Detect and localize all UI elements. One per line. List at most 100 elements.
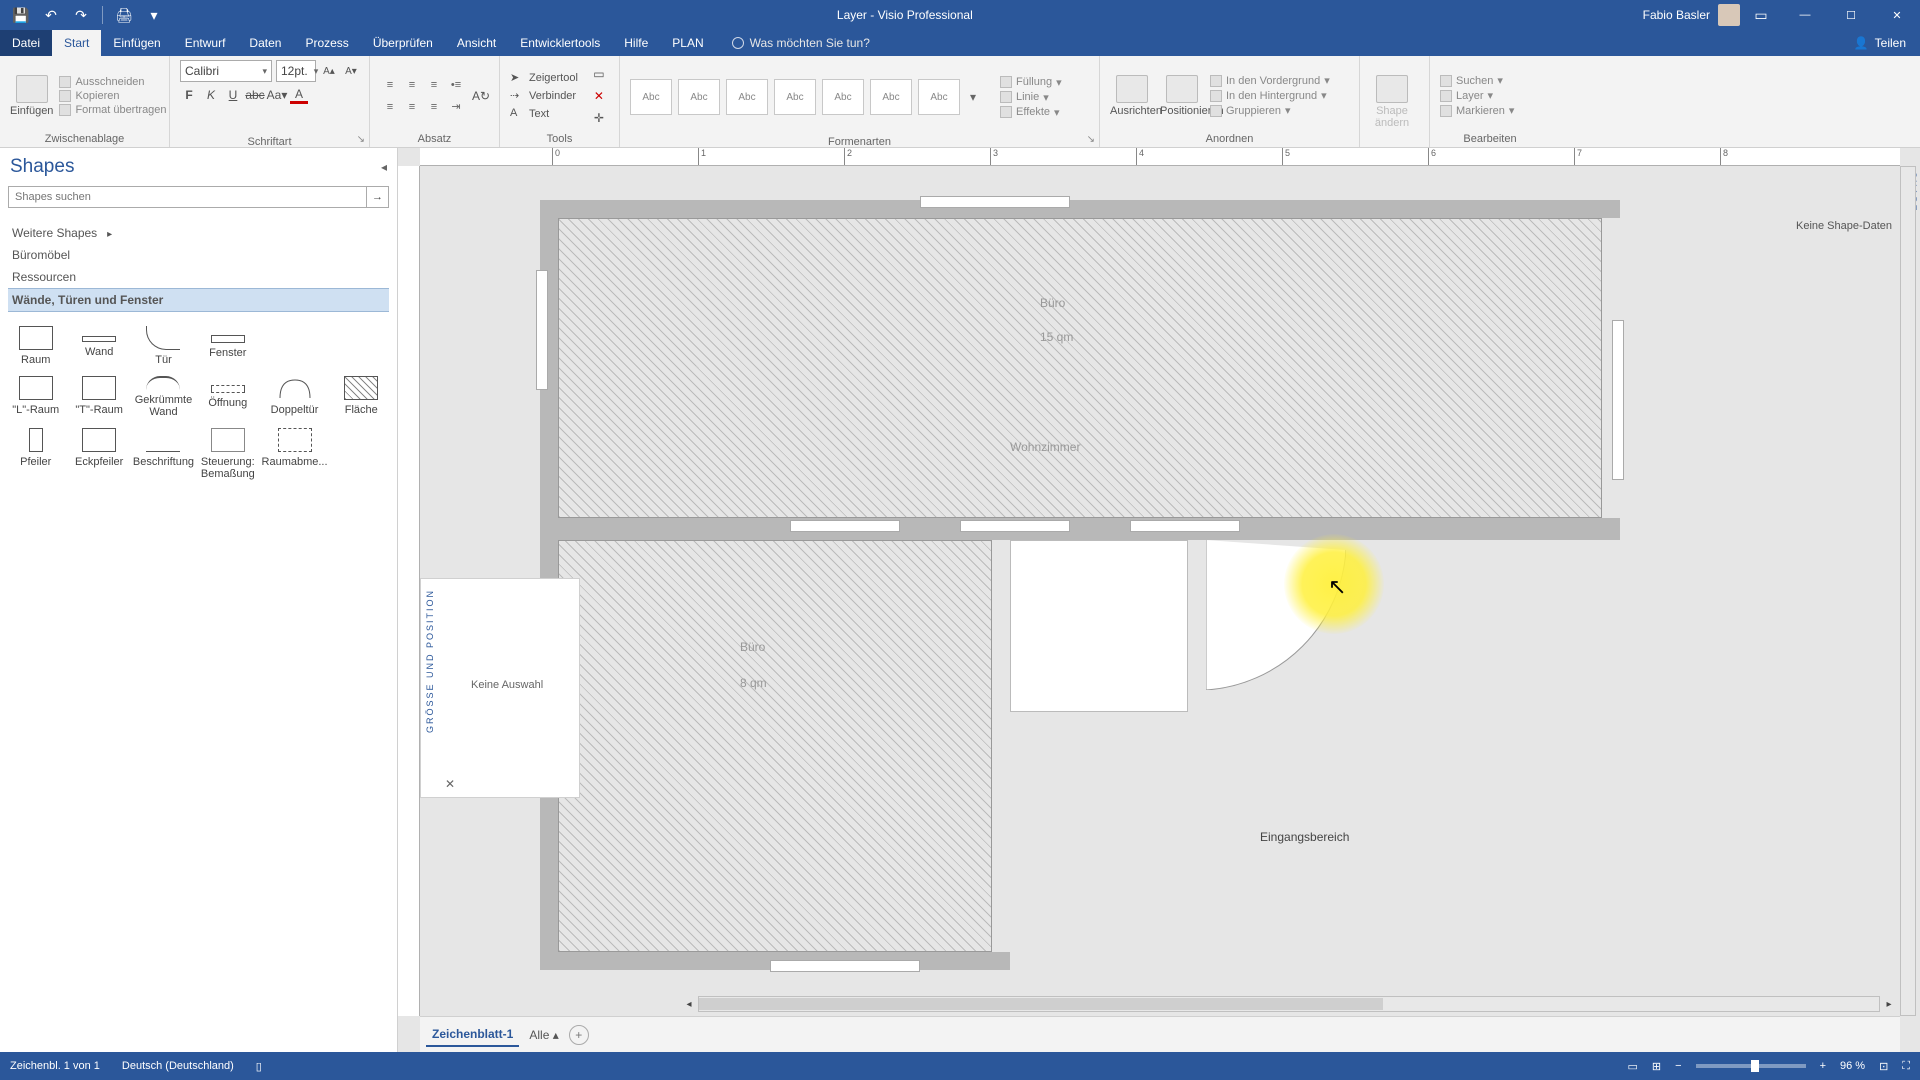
more-shapes-item[interactable]: Weitere Shapes [8, 222, 389, 244]
shape-fenster[interactable]: Fenster [198, 326, 257, 366]
redo-icon[interactable]: ↷ [68, 2, 94, 28]
horizontal-scrollbar[interactable]: ◂ ▸ [698, 996, 1880, 1012]
tab-start[interactable]: Start [52, 30, 101, 56]
stencil-item[interactable]: Büromöbel [8, 244, 389, 266]
italic-button[interactable]: K [202, 86, 220, 104]
tab-plan[interactable]: PLAN [660, 30, 715, 56]
style-swatch[interactable]: Abc [678, 79, 720, 115]
stencil-item[interactable]: Ressourcen [8, 266, 389, 288]
shape-raum[interactable]: Raum [6, 326, 65, 366]
vertical-scrollbar[interactable] [1900, 166, 1916, 1016]
tab-einfuegen[interactable]: Einfügen [101, 30, 172, 56]
shape-eckpfeiler[interactable]: Eckpfeiler [69, 428, 128, 480]
tab-prozess[interactable]: Prozess [293, 30, 360, 56]
status-lang[interactable]: Deutsch (Deutschland) [122, 1060, 234, 1072]
size-position-panel[interactable]: GRÖSSE UND POSITION Keine Auswahl ✕ [420, 578, 580, 798]
shape-l-raum[interactable]: "L"-Raum [6, 376, 65, 418]
style-swatch[interactable]: Abc [774, 79, 816, 115]
presentation-mode-icon[interactable]: ▭ [1628, 1060, 1638, 1073]
shape-beschriftung[interactable]: Beschriftung [133, 428, 194, 480]
shape-t-raum[interactable]: "T"-Raum [69, 376, 128, 418]
shape-raumabme[interactable]: Raumabme... [262, 428, 328, 480]
format-painter-button[interactable]: Format übertragen [59, 104, 166, 116]
gallery-expand-icon[interactable]: ▾ [966, 90, 980, 104]
bring-front-button[interactable]: In den Vordergrund ▾ [1210, 74, 1330, 87]
scroll-right-icon[interactable]: ▸ [1881, 997, 1897, 1011]
tab-daten[interactable]: Daten [237, 30, 293, 56]
shape-bemessung[interactable]: Steuerung: Bemaßung [198, 428, 257, 480]
fullscreen-icon[interactable]: ⛶ [1902, 1060, 1910, 1073]
tab-hilfe[interactable]: Hilfe [612, 30, 660, 56]
qat-customize-icon[interactable]: ▾ [141, 2, 167, 28]
copy-button[interactable]: Kopieren [59, 90, 166, 102]
avatar[interactable] [1718, 4, 1740, 26]
stencil-item-active[interactable]: Wände, Türen und Fenster [8, 288, 389, 312]
zoom-in-icon[interactable]: + [1820, 1060, 1826, 1072]
macro-record-icon[interactable]: ▯ [256, 1060, 262, 1073]
group-button[interactable]: Gruppieren ▾ [1210, 104, 1330, 117]
share-button[interactable]: Teilen [1875, 36, 1906, 50]
fill-button[interactable]: Füllung ▾ [1000, 76, 1062, 89]
sheet-tab-active[interactable]: Zeichenblatt-1 [426, 1023, 519, 1047]
line-button[interactable]: Linie ▾ [1000, 91, 1062, 104]
display-options-icon[interactable]: ▭ [1748, 2, 1774, 28]
paste-button[interactable]: Einfügen [10, 75, 53, 117]
change-case-button[interactable]: Aa▾ [268, 86, 286, 104]
undo-icon[interactable]: ↶ [38, 2, 64, 28]
fit-page-icon[interactable]: ⊞ [1652, 1060, 1661, 1073]
size-panel-close-icon[interactable]: ✕ [445, 777, 455, 791]
effects-button[interactable]: Effekte ▾ [1000, 106, 1062, 119]
shape-flaeche[interactable]: Fläche [332, 376, 391, 418]
sheet-all-button[interactable]: Alle ▴ [529, 1028, 558, 1042]
fit-window-icon[interactable]: ⊡ [1879, 1060, 1888, 1073]
shape-oeffnung[interactable]: Öffnung [198, 376, 257, 418]
cut-button[interactable]: Ausschneiden [59, 76, 166, 88]
rectangle-tool-icon[interactable]: ▭ [590, 65, 608, 83]
style-swatch[interactable]: Abc [870, 79, 912, 115]
shape-doppeltuer[interactable]: Doppeltür [262, 376, 328, 418]
x-tool-icon[interactable]: ✕ [590, 87, 608, 105]
zoom-slider[interactable] [1696, 1064, 1806, 1068]
tab-ansicht[interactable]: Ansicht [445, 30, 508, 56]
shape-gekruemmte[interactable]: Gekrümmte Wand [133, 376, 194, 418]
send-back-button[interactable]: In den Hintergrund ▾ [1210, 89, 1330, 102]
collapse-pane-icon[interactable]: ◂ [381, 160, 387, 174]
shape-styles-gallery[interactable]: Abc Abc Abc Abc Abc Abc Abc ▾ [630, 79, 980, 115]
tab-file[interactable]: Datei [0, 30, 52, 56]
select-button[interactable]: Markieren ▾ [1440, 104, 1514, 117]
shape-tuer[interactable]: Tür [133, 326, 194, 366]
maximize-button[interactable]: ☐ [1828, 0, 1874, 30]
style-swatch[interactable]: Abc [822, 79, 864, 115]
text-tool-button[interactable]: AText [510, 107, 578, 121]
decrease-font-icon[interactable]: A▾ [342, 62, 360, 80]
add-sheet-button[interactable]: + [569, 1025, 589, 1045]
tab-entwurf[interactable]: Entwurf [173, 30, 238, 56]
zoom-out-icon[interactable]: − [1675, 1060, 1681, 1072]
save-icon[interactable]: 💾 [8, 2, 34, 28]
pointer-tool-button[interactable]: ➤Zeigertool [510, 71, 578, 85]
bold-button[interactable]: F [180, 86, 198, 104]
tell-me-search[interactable]: Was möchten Sie tun? [716, 30, 870, 56]
paragraph-controls[interactable]: ≡≡≡•≡ ≡≡≡⇥ [380, 75, 466, 117]
style-swatch[interactable]: Abc [630, 79, 672, 115]
close-button[interactable]: ✕ [1874, 0, 1920, 30]
crosshair-tool-icon[interactable]: ✛ [590, 109, 608, 127]
font-color-button[interactable]: A [290, 86, 308, 104]
rotate-text-icon[interactable]: A↻ [472, 87, 490, 105]
font-dialog-launcher[interactable]: ↘ [180, 134, 365, 145]
tab-ueberpruefen[interactable]: Überprüfen [361, 30, 445, 56]
drawing-canvas[interactable]: Büro 15 qm Wohnzimmer Büro 8 qm Eingangs… [420, 166, 1900, 1016]
minimize-button[interactable]: — [1782, 0, 1828, 30]
search-go-icon[interactable]: → [367, 186, 389, 208]
style-swatch[interactable]: Abc [918, 79, 960, 115]
tab-entwicklertools[interactable]: Entwicklertools [508, 30, 612, 56]
scroll-thumb[interactable] [699, 998, 1383, 1010]
layer-button[interactable]: Layer ▾ [1440, 89, 1514, 102]
print-icon[interactable]: 🖨 [111, 2, 137, 28]
increase-font-icon[interactable]: A▴ [320, 62, 338, 80]
font-name-combo[interactable]: Calibri▾ [180, 60, 272, 82]
underline-button[interactable]: U [224, 86, 242, 104]
shape-pfeiler[interactable]: Pfeiler [6, 428, 65, 480]
style-swatch[interactable]: Abc [726, 79, 768, 115]
position-button[interactable]: Positionieren [1160, 75, 1204, 117]
